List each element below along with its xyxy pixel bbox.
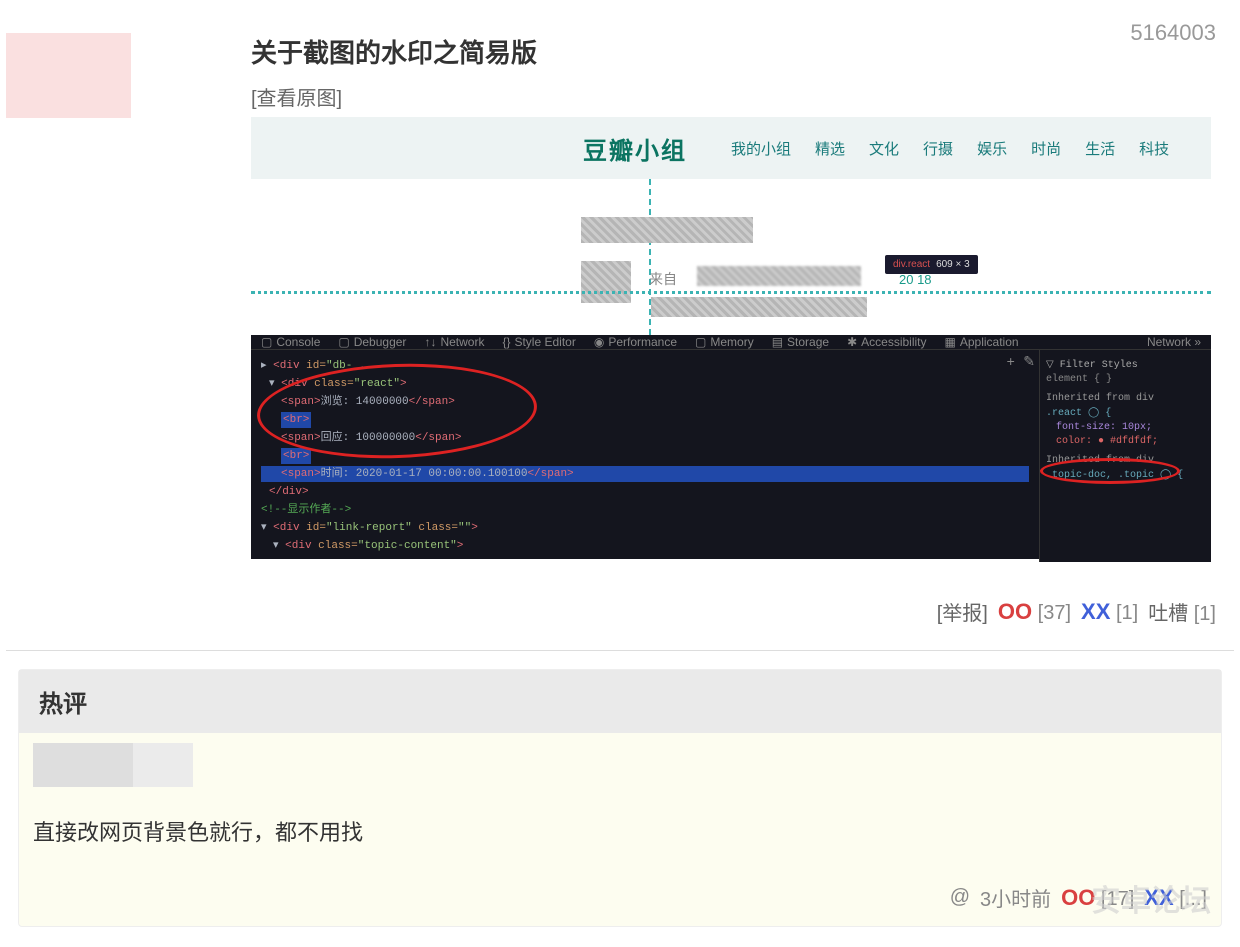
tab-network-more: Network »	[1147, 335, 1201, 349]
blurred-content	[581, 217, 753, 243]
hot-comments-section: 热评 直接改网页背景色就行，都不用找 @ 3小时前 OO [17] XX [..…	[18, 669, 1222, 927]
tab-app: ▦ Application	[945, 335, 1019, 349]
tab-memory: ▢ Memory	[695, 335, 754, 349]
inspector-tooltip: div.react	[885, 255, 978, 274]
author-avatar[interactable]	[6, 33, 131, 118]
tab-a11y: ✱ Accessibility	[847, 335, 926, 349]
upvote-button[interactable]: OO [17]	[1061, 885, 1134, 911]
nav-item: 科技	[1139, 138, 1169, 159]
devtools-tabs: ▢ Console ▢ Debugger ↑↓ Network {} Style…	[251, 335, 1211, 350]
commenter-avatar[interactable]	[33, 743, 1207, 787]
tab-storage: ▤ Storage	[772, 335, 829, 349]
post-header: 关于截图的水印之简易版 [查看原图] 豆瓣小组 我的小组 精选 文化 行摄 娱乐…	[0, 0, 1240, 559]
post-actions: [举报] OO [37] XX [1] 吐槽 [1]	[0, 559, 1240, 650]
hot-comments-header: 热评	[19, 670, 1221, 733]
post-content: 关于截图的水印之简易版 [查看原图] 豆瓣小组 我的小组 精选 文化 行摄 娱乐…	[251, 33, 1240, 559]
nav-item: 精选	[815, 138, 845, 159]
report-link[interactable]: [举报]	[937, 597, 988, 626]
comment-button[interactable]: 吐槽 [1]	[1148, 597, 1216, 626]
downvote-button[interactable]: XX [1]	[1081, 599, 1138, 625]
avatar-block	[33, 743, 133, 787]
comment-meta: @ 3小时前 OO [17] XX [...]	[33, 883, 1207, 912]
nav-item: 时尚	[1031, 138, 1061, 159]
comment-text: 直接改网页背景色就行，都不用找	[33, 815, 1207, 847]
attached-screenshot[interactable]: 豆瓣小组 我的小组 精选 文化 行摄 娱乐 时尚 生活 科技 来	[251, 117, 1211, 559]
view-original-link[interactable]: [查看原图]	[251, 82, 1216, 111]
post-title: 关于截图的水印之简易版	[251, 33, 1216, 70]
nav-item: 文化	[869, 138, 899, 159]
tab-console: ▢ Console	[261, 335, 320, 349]
at-symbol: @	[950, 886, 970, 909]
nav-item: 行摄	[923, 138, 953, 159]
tab-network: ↑↓ Network	[424, 335, 484, 349]
hot-comment-body: 直接改网页背景色就行，都不用找 @ 3小时前 OO [17] XX [...] …	[19, 733, 1221, 926]
post-id: 5164003	[1130, 20, 1216, 46]
post-container: 5164003 关于截图的水印之简易版 [查看原图] 豆瓣小组 我的小组 精选 …	[0, 0, 1240, 927]
screenshot-middle: 来自 20 18 div.react	[251, 179, 1211, 335]
html-tree: ▸ <div id="db- ... ▾ <div class="react">…	[251, 350, 1039, 562]
comment-time: 3小时前	[980, 883, 1051, 912]
douban-logo: 豆瓣小组	[583, 131, 687, 166]
devtools-panel: ▢ Console ▢ Debugger ↑↓ Network {} Style…	[251, 335, 1211, 559]
nav-item: 我的小组	[731, 138, 791, 159]
divider	[6, 650, 1234, 651]
blurred-avatar	[581, 261, 631, 303]
tab-debugger: ▢ Debugger	[338, 335, 406, 349]
screenshot-header: 豆瓣小组 我的小组 精选 文化 行摄 娱乐 时尚 生活 科技	[251, 117, 1211, 179]
screenshot-nav: 我的小组 精选 文化 行摄 娱乐 时尚 生活 科技	[731, 138, 1169, 159]
nav-item: 生活	[1085, 138, 1115, 159]
downvote-button[interactable]: XX [...]	[1144, 885, 1207, 911]
tab-style: {} Style Editor	[502, 335, 575, 349]
name-block	[133, 743, 193, 787]
tab-perf: ◉ Performance	[594, 335, 677, 349]
upvote-button[interactable]: OO [37]	[998, 599, 1071, 625]
date-label: 20 18	[899, 272, 932, 287]
blurred-username	[697, 266, 861, 286]
devtools-body: + ✎ ▸ <div id="db- ... ▾ <div class="rea…	[251, 350, 1211, 562]
blurred-content	[651, 297, 867, 317]
from-label: 来自	[649, 269, 677, 289]
styles-panel: ▽ Filter Styles element { } Inherited fr…	[1039, 350, 1211, 562]
nav-item: 娱乐	[977, 138, 1007, 159]
